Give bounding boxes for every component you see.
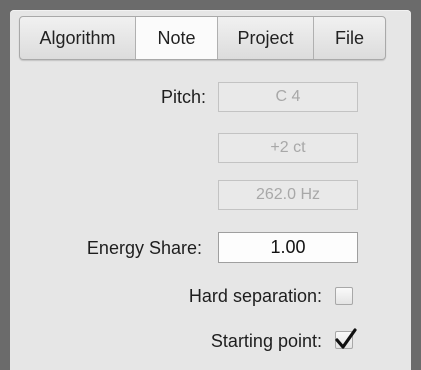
window-frame: Algorithm Note Project File Pitch: C 4 +…: [0, 0, 421, 370]
tab-note[interactable]: Note: [136, 17, 218, 59]
tab-project[interactable]: Project: [218, 17, 314, 59]
hard-separation-checkbox[interactable]: [335, 287, 353, 305]
energy-share-label: Energy Share:: [86, 238, 202, 258]
energy-share-input[interactable]: 1.00: [218, 232, 358, 263]
starting-point-checkbox[interactable]: [335, 328, 357, 349]
pitch-cents-field: +2 ct: [218, 133, 358, 163]
tab-file[interactable]: File: [314, 17, 385, 59]
tab-bar: Algorithm Note Project File: [19, 16, 386, 60]
pitch-note-field: C 4: [218, 82, 358, 112]
checkmark-icon: [335, 328, 357, 349]
pitch-label: Pitch:: [160, 87, 206, 107]
hard-separation-label: Hard separation:: [188, 286, 322, 306]
starting-point-label: Starting point:: [210, 331, 322, 351]
pitch-frequency-field: 262.0 Hz: [218, 180, 358, 210]
tab-algorithm[interactable]: Algorithm: [20, 17, 136, 59]
